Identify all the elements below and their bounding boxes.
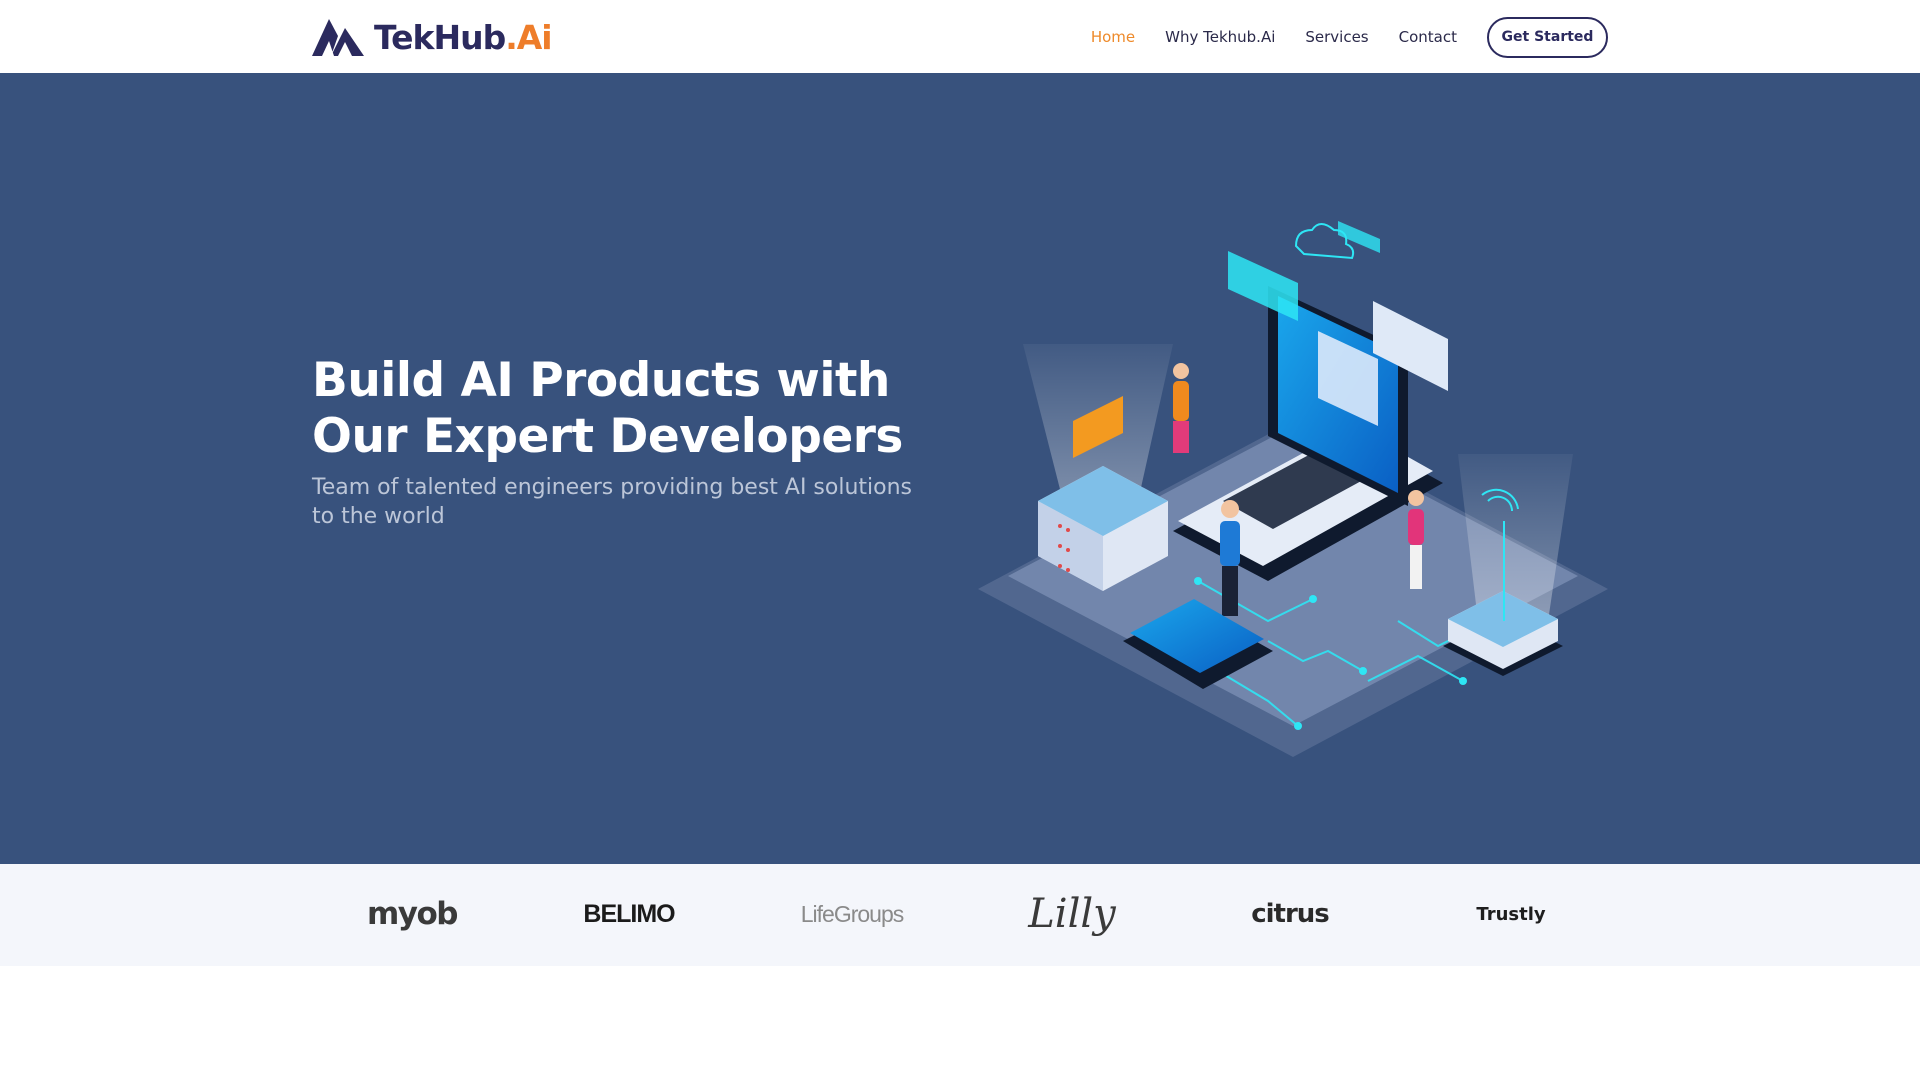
client-logo-lifegroups: LifeGroups [800, 900, 905, 927]
floating-panel-small [1338, 221, 1380, 253]
nav-contact[interactable]: Contact [1399, 28, 1457, 46]
person-woman-orange [1173, 363, 1189, 453]
brand-name-accent: .Ai [505, 17, 552, 57]
logo[interactable]: TekHub.Ai [312, 16, 553, 58]
client-logo-trustly: Trustly [1476, 903, 1546, 925]
brand-name-main: TekHub [374, 17, 506, 57]
client-logo-myob: myob [367, 896, 459, 932]
hero-title: Build AI Products with Our Expert Develo… [312, 353, 903, 464]
hero-subtitle: Team of talented engineers providing bes… [312, 475, 913, 529]
get-started-button[interactable]: Get Started [1487, 16, 1608, 58]
client-logos-strip: myob BELIMO LifeGroups Lilly citrus Trus… [0, 864, 1920, 966]
isometric-tech-illustration [978, 221, 1608, 757]
mountain-peaks-logo-icon [312, 19, 364, 56]
nav-home[interactable]: Home [1091, 28, 1135, 46]
client-logo-belimo: BELIMO [583, 899, 675, 928]
client-logo-citrus: citrus [1251, 899, 1330, 929]
nav-why-tekhub[interactable]: Why Tekhub.Ai [1165, 28, 1275, 46]
nav-services[interactable]: Services [1305, 28, 1368, 46]
main-nav: Home Why Tekhub.Ai Services Contact Get … [1091, 16, 1608, 58]
client-logo-lilly: Lilly [1028, 891, 1116, 937]
site-header: TekHub.Ai Home Why Tekhub.Ai Services Co… [0, 0, 1920, 73]
brand-name: TekHub.Ai [374, 17, 553, 57]
hero-section: Build AI Products with Our Expert Develo… [0, 73, 1920, 864]
floating-panel-cyan [1228, 251, 1298, 321]
